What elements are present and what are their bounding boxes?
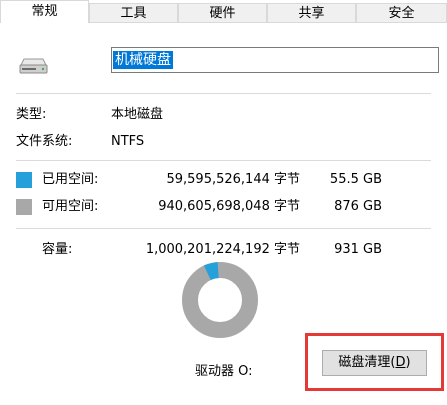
tab-tools[interactable]: 工具 bbox=[89, 3, 178, 22]
tab-security[interactable]: 安全 bbox=[356, 3, 447, 22]
divider bbox=[16, 160, 431, 161]
type-value: 本地磁盘 bbox=[111, 107, 164, 122]
tab-sharing[interactable]: 共享 bbox=[267, 3, 356, 22]
divider bbox=[16, 228, 431, 229]
type-label: 类型: bbox=[16, 107, 47, 122]
divider bbox=[16, 93, 431, 94]
capacity-label: 容量: bbox=[42, 242, 73, 257]
free-space-label: 可用空间: bbox=[42, 199, 99, 214]
drive-letter-label: 驱动器 O: bbox=[195, 364, 253, 379]
highlight-box bbox=[305, 333, 444, 391]
free-space-size: 876 GB bbox=[334, 199, 382, 214]
capacity-size: 931 GB bbox=[334, 242, 382, 257]
drive-name-text[interactable]: 机械硬盘 bbox=[113, 51, 173, 69]
used-space-label: 已用空间: bbox=[42, 172, 99, 187]
used-space-swatch bbox=[16, 172, 32, 188]
drive-name-input[interactable]: 机械硬盘 bbox=[111, 47, 439, 73]
free-space-bytes: 940,605,698,048 字节 bbox=[158, 199, 300, 214]
free-space-ring bbox=[182, 262, 258, 338]
tab-hardware[interactable]: 硬件 bbox=[178, 3, 267, 22]
used-space-size: 55.5 GB bbox=[329, 172, 382, 187]
filesystem-value: NTFS bbox=[111, 134, 145, 149]
free-space-swatch bbox=[16, 199, 32, 215]
filesystem-label: 文件系统: bbox=[16, 134, 73, 149]
hard-drive-icon bbox=[19, 58, 48, 74]
tab-general[interactable]: 常规 bbox=[0, 0, 89, 23]
tab-bar: 常规 工具 硬件 共享 安全 bbox=[0, 0, 447, 23]
used-space-bytes: 59,595,526,144 字节 bbox=[166, 172, 300, 187]
usage-donut-chart bbox=[182, 262, 258, 338]
capacity-bytes: 1,000,201,224,192 字节 bbox=[145, 242, 300, 257]
